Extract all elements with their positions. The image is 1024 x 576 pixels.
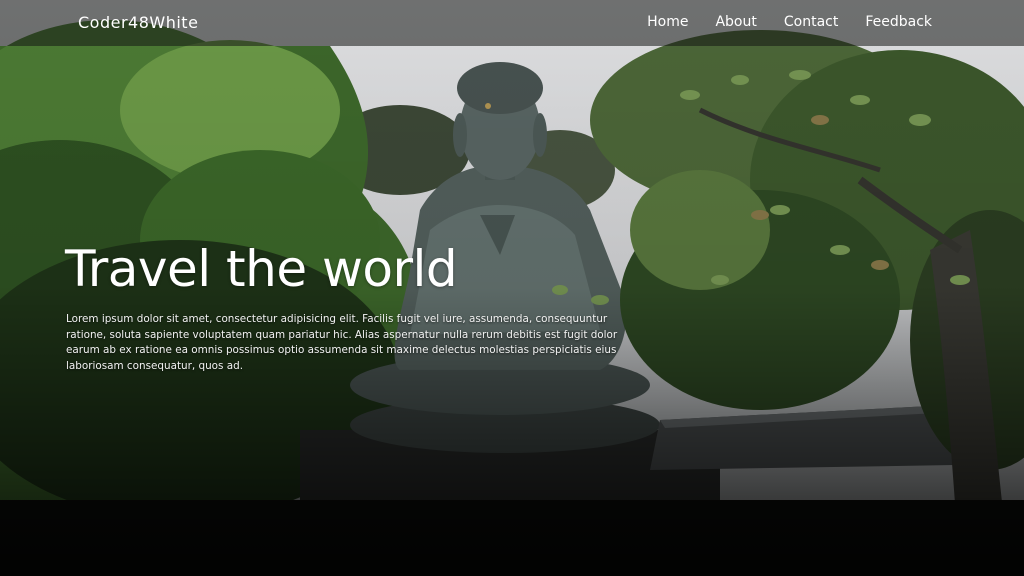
top-navbar: Coder48White Home About Contact Feedback [0, 0, 1024, 46]
hero-title: Travel the world [65, 240, 458, 298]
nav-link-home[interactable]: Home [647, 14, 688, 30]
nav-link-contact[interactable]: Contact [784, 14, 838, 30]
nav-links: Home About Contact Feedback [647, 14, 932, 30]
hero-section: Travel the world Lorem ipsum dolor sit a… [0, 0, 1024, 576]
nav-link-feedback[interactable]: Feedback [865, 14, 932, 30]
brand-logo-text[interactable]: Coder48White [78, 13, 198, 32]
hero-description: Lorem ipsum dolor sit amet, consectetur … [66, 313, 618, 372]
nav-link-about[interactable]: About [715, 14, 756, 30]
